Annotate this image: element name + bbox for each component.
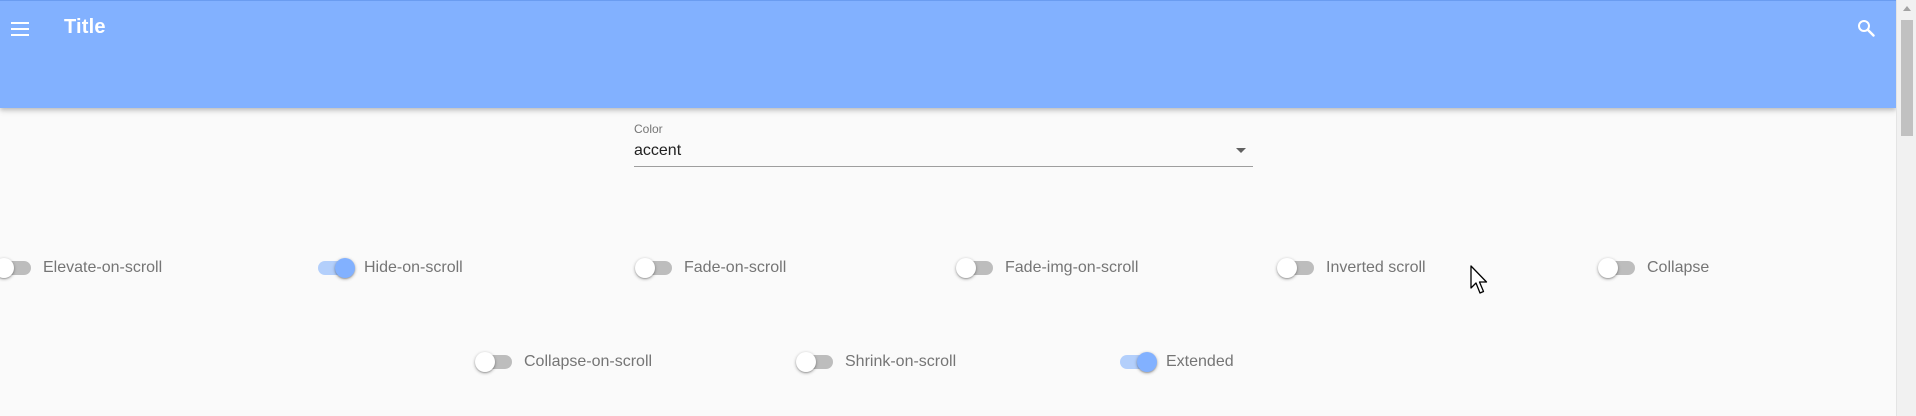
vertical-scrollbar[interactable] <box>1896 0 1916 416</box>
switch-elevate-on-scroll[interactable]: Elevate-on-scroll <box>0 256 162 280</box>
switch-label: Hide-on-scroll <box>364 259 463 276</box>
menu-icon <box>11 22 29 36</box>
search-button[interactable] <box>1852 14 1880 42</box>
switch-label: Inverted scroll <box>1326 259 1426 276</box>
switch-label: Shrink-on-scroll <box>845 353 957 370</box>
switch-track <box>475 352 512 372</box>
switch-thumb <box>956 258 976 278</box>
switch-label: Elevate-on-scroll <box>43 259 163 276</box>
switch-track <box>1120 352 1157 372</box>
page: Title Color accent Elevate-on-scroll Hid… <box>0 0 1916 416</box>
color-select-label: Color <box>634 122 663 136</box>
menu-button[interactable] <box>6 15 34 43</box>
switch-fade-on-scroll[interactable]: Fade-on-scroll <box>635 256 787 280</box>
scroll-up-button[interactable] <box>1897 0 1916 17</box>
switch-track <box>1277 258 1314 278</box>
switch-track <box>796 352 833 372</box>
switch-thumb <box>335 258 355 278</box>
switch-thumb <box>1277 258 1297 278</box>
switch-thumb <box>635 258 655 278</box>
switch-fade-img-on-scroll[interactable]: Fade-img-on-scroll <box>956 256 1139 280</box>
switch-extended[interactable]: Extended <box>1120 350 1234 374</box>
switch-track <box>1598 258 1635 278</box>
scrollbar-thumb[interactable] <box>1901 20 1913 136</box>
scroll-up-arrow-icon <box>1903 6 1911 11</box>
switch-label: Collapse-on-scroll <box>524 353 653 370</box>
switch-inverted-scroll[interactable]: Inverted scroll <box>1277 256 1426 280</box>
switch-track <box>956 258 993 278</box>
switch-collapse-on-scroll[interactable]: Collapse-on-scroll <box>475 350 653 374</box>
switch-thumb <box>475 352 495 372</box>
color-select-value: accent <box>634 142 682 159</box>
app-bar: Title <box>0 0 1896 108</box>
switch-collapse[interactable]: Collapse <box>1598 256 1710 280</box>
color-select-underline <box>634 166 1253 167</box>
color-select[interactable]: Color accent <box>634 120 1253 168</box>
switch-thumb <box>0 258 14 278</box>
switch-thumb <box>796 352 816 372</box>
switch-label: Collapse <box>1647 259 1710 276</box>
switch-track <box>635 258 672 278</box>
dropdown-arrow-icon <box>1236 148 1246 153</box>
switch-track <box>0 258 31 278</box>
switch-shrink-on-scroll[interactable]: Shrink-on-scroll <box>796 350 957 374</box>
switch-hide-on-scroll[interactable]: Hide-on-scroll <box>318 256 463 280</box>
switch-label: Fade-on-scroll <box>684 259 787 276</box>
mouse-cursor-icon <box>1470 265 1488 294</box>
app-title: Title <box>64 16 106 38</box>
search-icon <box>1858 20 1875 37</box>
switch-thumb <box>1137 352 1157 372</box>
switch-label: Fade-img-on-scroll <box>1005 259 1139 276</box>
switch-thumb <box>1598 258 1618 278</box>
switch-label: Extended <box>1166 353 1234 370</box>
switch-track <box>318 258 355 278</box>
